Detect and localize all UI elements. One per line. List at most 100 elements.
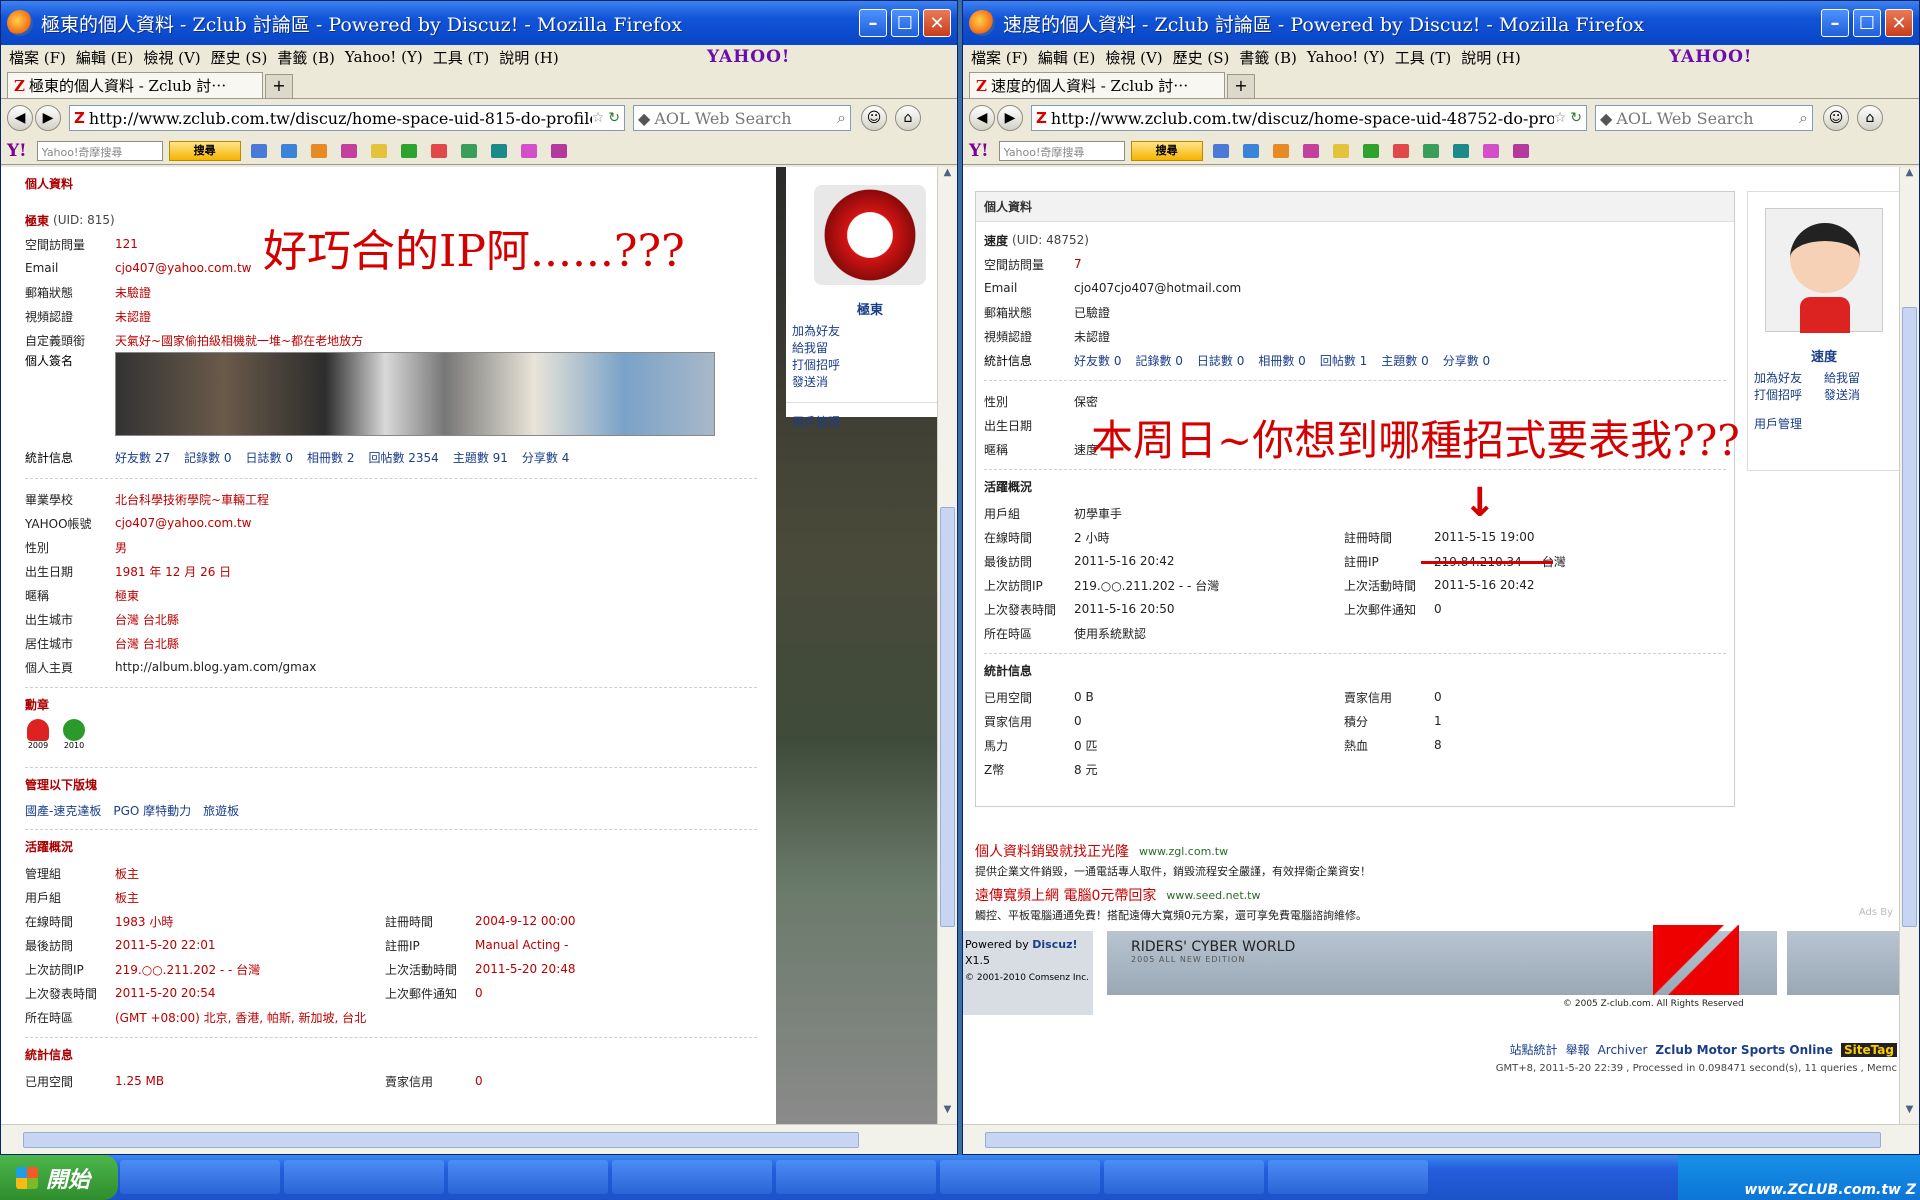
horizontal-scrollbar[interactable] [963,1124,1919,1154]
menu-file[interactable]: 檔案 (F) [9,47,66,68]
aol-icon[interactable]: ◆ [1600,109,1612,128]
scroll-up-icon[interactable]: ▲ [938,167,957,187]
maximize-button[interactable]: ☐ [891,9,919,37]
vertical-scrollbar[interactable]: ▲ ▼ [937,167,957,1124]
ad-url[interactable]: www.zgl.com.tw [1139,845,1228,858]
task-item[interactable] [448,1159,608,1194]
scroll-thumb[interactable] [1902,307,1917,927]
user-management-menu[interactable]: 用戶管理 [1748,407,1899,440]
task-item[interactable] [1268,1159,1428,1194]
h-scroll-thumb[interactable] [985,1132,1881,1148]
photo-icon[interactable] [1422,143,1439,158]
menu-bookmarks[interactable]: 書籤 (B) [277,47,335,68]
horizontal-scrollbar[interactable] [1,1124,957,1154]
back-arrow-icon[interactable]: ◀ [7,105,33,131]
bookmark-icon[interactable] [250,143,267,158]
menu-view[interactable]: 檢視 (V) [1105,47,1162,68]
forum-link[interactable]: PGO 摩特動力 [113,802,191,819]
calendar-icon[interactable] [430,143,447,158]
map-icon[interactable] [1452,143,1469,158]
minimize-button[interactable]: – [859,9,887,37]
menu-tools[interactable]: 工具 (T) [433,47,489,68]
title-bar[interactable]: 極東的個人資料 - Zclub 討論區 - Powered by Discuz!… [1,1,957,45]
task-item[interactable] [120,1159,280,1194]
aol-icon[interactable]: ◆ [638,109,650,128]
discuz-link[interactable]: Discuz! [1032,938,1077,951]
menu-help[interactable]: 說明 (H) [1461,47,1521,68]
sitetag-link[interactable]: SiteTag [1841,1042,1897,1057]
stat-records[interactable]: 記錄數 0 [184,449,231,466]
search-bar[interactable]: ◆ AOL Web Search ⌕ [1595,105,1813,131]
magnifier-icon[interactable]: ⌕ [1799,108,1808,128]
games-icon[interactable] [340,143,357,158]
stat-shares[interactable]: 分享數 4 [522,449,569,466]
leave-message-link[interactable]: 給我留 [1824,369,1894,386]
stat-blogs[interactable]: 日誌數 0 [246,449,293,466]
menu-help[interactable]: 說明 (H) [499,47,559,68]
stat-albums[interactable]: 相冊數 0 [1258,352,1305,369]
stat-shares[interactable]: 分享數 0 [1443,352,1490,369]
close-button[interactable]: ✕ [1885,9,1913,37]
forward-arrow-icon[interactable]: ▶ [997,105,1023,131]
site-stats-link[interactable]: 站點統計 [1510,1041,1558,1058]
stat-threads[interactable]: 主題數 91 [453,449,508,466]
maximize-button[interactable]: ☐ [1853,9,1881,37]
reload-icon[interactable]: ↻ [1570,110,1582,126]
addon-icon[interactable]: ☺ [861,105,887,131]
yahoo-search-button[interactable]: 搜尋 [168,140,241,161]
news-icon[interactable] [1332,143,1349,158]
search-bar[interactable]: ◆ AOL Web Search ⌕ [633,105,851,131]
star-icon[interactable]: ☆ [1554,110,1567,126]
report-link[interactable]: 舉報 [1566,1041,1590,1058]
stat-replies[interactable]: 回帖數 2354 [368,449,438,466]
zclub-link[interactable]: Zclub Motor Sports Online [1655,1043,1833,1057]
menu-view[interactable]: 檢視 (V) [143,47,200,68]
minimize-button[interactable]: – [1821,9,1849,37]
star-icon[interactable]: ☆ [592,110,605,126]
menu-file[interactable]: 檔案 (F) [971,47,1028,68]
stat-blogs[interactable]: 日誌數 0 [1197,352,1244,369]
vertical-scrollbar[interactable]: ▲ ▼ [1899,167,1919,1124]
menu-history[interactable]: 歷史 (S) [211,47,268,68]
task-item[interactable] [284,1159,444,1194]
new-tab-button[interactable]: + [265,74,293,98]
scroll-down-icon[interactable]: ▼ [938,1104,957,1124]
ad-title[interactable]: 個人資料銷毀就找正光隆 [975,841,1129,861]
stat-replies[interactable]: 回帖數 1 [1320,352,1367,369]
sidebar-username[interactable]: 速度 [1748,346,1899,365]
close-button[interactable]: ✕ [923,9,951,37]
menu-edit[interactable]: 編輯 (E) [1038,47,1095,68]
menu-yahoo[interactable]: Yahoo! (Y) [345,48,423,66]
mail-icon[interactable] [1242,143,1259,158]
home-icon[interactable]: ⌂ [895,105,921,131]
task-item[interactable] [1104,1159,1264,1194]
scroll-down-icon[interactable]: ▼ [1900,1104,1919,1124]
heart-icon[interactable] [1482,143,1499,158]
title-bar[interactable]: 速度的個人資料 - Zclub 討論區 - Powered by Discuz!… [963,1,1919,45]
sidebar-username[interactable]: 極東 [786,299,937,318]
send-message-link[interactable]: 發送消 [792,373,872,390]
menu-yahoo[interactable]: Yahoo! (Y) [1307,48,1385,66]
task-item[interactable] [940,1159,1100,1194]
magnifier-icon[interactable]: ⌕ [837,108,846,128]
send-message-link[interactable]: 發送消 [1824,386,1894,403]
yahoo-toolbar-logo[interactable]: Y! [7,141,27,161]
tab-profile[interactable]: Z 速度的個人資料 - Zclub 討⋯ [969,72,1225,98]
shopping-icon[interactable] [1362,143,1379,158]
messenger-icon[interactable] [550,143,567,158]
mail-icon[interactable] [280,143,297,158]
yahoo-search-input[interactable]: Yahoo!奇摩搜尋 [36,140,163,161]
ad-title[interactable]: 遠傳寬頻上網 電腦0元帶回家 [975,885,1156,905]
start-button[interactable]: 開始 [0,1155,118,1200]
back-arrow-icon[interactable]: ◀ [969,105,995,131]
archiver-link[interactable]: Archiver [1598,1043,1648,1057]
greet-link[interactable]: 打個招呼 [792,356,872,373]
stat-threads[interactable]: 主題數 0 [1381,352,1428,369]
menu-history[interactable]: 歷史 (S) [1173,47,1230,68]
user-management-menu[interactable]: 用戶管理 [786,402,937,440]
home-icon[interactable]: ⌂ [1857,105,1883,131]
forum-link[interactable]: 旅遊板 [203,802,239,819]
scroll-up-icon[interactable]: ▲ [1900,167,1919,187]
photo-icon[interactable] [460,143,477,158]
calendar-icon[interactable] [1392,143,1409,158]
